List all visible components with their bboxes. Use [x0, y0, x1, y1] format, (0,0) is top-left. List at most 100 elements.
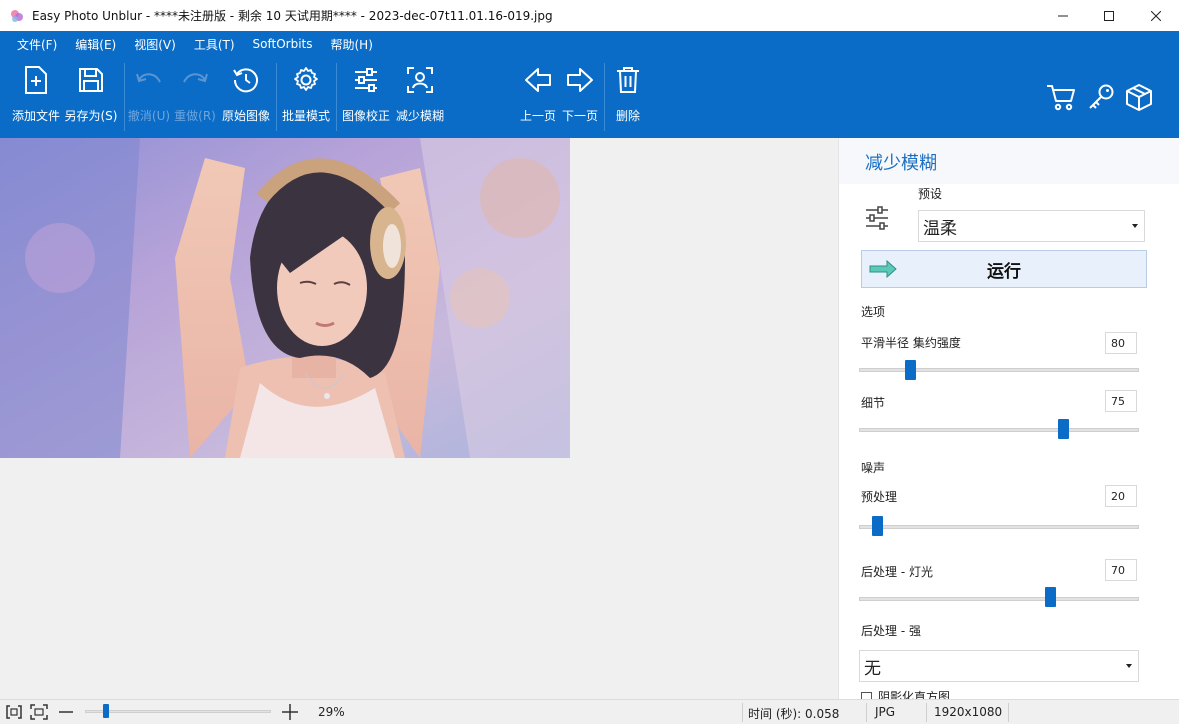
zoom-actual-icon[interactable] [5, 704, 23, 720]
process-time: 时间 (秒): 0.058 [748, 707, 840, 721]
original-image-label: 原始图像 [221, 109, 270, 123]
add-file-button[interactable]: 添加文件 [10, 57, 62, 138]
post-strong-value: 无 [864, 658, 881, 679]
menu-file[interactable]: 文件(F) [8, 36, 66, 53]
detail-slider-thumb[interactable] [1058, 419, 1070, 439]
detail-value-input[interactable]: 75 [1105, 390, 1137, 412]
zoom-slider-track[interactable] [85, 710, 271, 713]
delete-button[interactable]: 删除 [608, 57, 648, 138]
next-label: 下一页 [561, 109, 598, 123]
next-button[interactable]: 下一页 [560, 57, 600, 138]
extra-option-row[interactable]: 阴影化直方图 [861, 690, 1161, 699]
image-canvas[interactable] [0, 138, 838, 699]
window-title: Easy Photo Unblur - ****未注册版 - 剩余 10 天试用… [32, 9, 553, 23]
run-arrow-icon [869, 260, 897, 278]
focus-face-icon [407, 67, 433, 93]
menu-edit[interactable]: 编辑(E) [66, 36, 125, 53]
delete-label: 删除 [615, 109, 640, 123]
redo-button[interactable]: 重做(R) [174, 57, 216, 138]
chevron-down-icon [1132, 224, 1138, 228]
key-icon [1089, 84, 1114, 109]
preset-value: 温柔 [923, 218, 957, 239]
preset-select[interactable]: 温柔 [918, 210, 1145, 242]
preprocess-slider-thumb[interactable] [872, 516, 884, 536]
post-light-slider-track[interactable] [859, 597, 1139, 601]
register-key-button[interactable] [1084, 57, 1118, 138]
zoom-out-icon[interactable] [58, 705, 74, 719]
redo-icon [183, 73, 208, 83]
post-light-slider-thumb[interactable] [1044, 587, 1056, 607]
original-image-button[interactable]: 原始图像 [220, 57, 272, 138]
post-light-label: 后处理 - 灯光 [861, 565, 933, 579]
extra-option-checkbox[interactable] [861, 692, 872, 699]
undo-label: 撤消(U) [127, 109, 171, 123]
save-as-button[interactable]: 另存为(S) [64, 57, 118, 138]
box-icon [1126, 84, 1152, 111]
post-strong-select[interactable]: 无 [859, 650, 1139, 682]
photo-preview [0, 138, 570, 458]
detail-slider-track[interactable] [859, 428, 1139, 432]
arrow-right-icon [567, 68, 593, 92]
post-strong-label: 后处理 - 强 [861, 624, 921, 638]
zoom-slider-thumb[interactable] [103, 704, 109, 718]
undo-button[interactable]: 撤消(U) [128, 57, 170, 138]
smooth-slider-track[interactable] [859, 368, 1139, 372]
image-format: JPG [875, 705, 896, 719]
preprocess-slider-track[interactable] [859, 525, 1139, 529]
close-icon [1151, 10, 1161, 21]
smooth-label: 平滑半径 集约强度 [861, 336, 961, 350]
batch-mode-label: 批量模式 [281, 109, 330, 123]
arrow-left-icon [525, 68, 551, 92]
undo-icon [136, 73, 161, 83]
preset-sliders-icon [866, 206, 888, 230]
cart-icon [1047, 85, 1075, 111]
toolbar-separator [336, 63, 337, 131]
detail-label: 细节 [861, 396, 886, 410]
batch-mode-button[interactable]: 批量模式 [280, 57, 332, 138]
gear-icon [294, 67, 318, 91]
app-icon [11, 9, 23, 22]
redo-label: 重做(R) [174, 109, 216, 123]
toolbar-separator [124, 63, 125, 131]
cart-button[interactable] [1044, 57, 1078, 138]
toolbar-separator [276, 63, 277, 131]
menu-view[interactable]: 视图(V) [125, 36, 185, 53]
unblur-button[interactable]: 减少模糊 [394, 57, 446, 138]
maximize-button[interactable] [1086, 0, 1132, 31]
fit-window-icon[interactable] [30, 704, 48, 720]
panel-title: 减少模糊 [865, 153, 937, 174]
minimize-button[interactable] [1040, 0, 1086, 31]
image-correction-button[interactable]: 图像校正 [340, 57, 392, 138]
zoom-in-icon[interactable] [281, 703, 299, 721]
previous-label: 上一页 [519, 109, 556, 123]
zoom-percent: 29% [318, 705, 345, 719]
post-light-value-input[interactable]: 70 [1105, 559, 1137, 581]
smooth-value-input[interactable]: 80 [1105, 332, 1137, 354]
chevron-down-icon [1126, 664, 1132, 668]
product-button[interactable] [1122, 57, 1156, 138]
minimize-icon [1058, 15, 1068, 16]
menu-softorbits[interactable]: SoftOrbits [244, 37, 322, 51]
run-label: 运行 [987, 261, 1021, 282]
menu-tools[interactable]: 工具(T) [185, 36, 244, 53]
unblur-label: 减少模糊 [395, 109, 444, 123]
save-as-label: 另存为(S) [64, 109, 118, 123]
sliders-icon [355, 68, 377, 92]
menu-bar: 文件(F) 编辑(E) 视图(V) 工具(T) SoftOrbits 帮助(H) [0, 31, 1179, 57]
extra-option-label: 阴影化直方图 [878, 690, 951, 699]
save-icon [79, 68, 103, 92]
smooth-slider-thumb[interactable] [904, 360, 916, 380]
menu-help[interactable]: 帮助(H) [321, 36, 381, 53]
preprocess-value-input[interactable]: 20 [1105, 485, 1137, 507]
options-label: 选项 [861, 305, 886, 319]
settings-panel: 减少模糊 预设 温柔 运行 选项 平滑半径 集约强度 80 细节 75 噪声 预… [838, 138, 1179, 699]
status-bar: 29% 时间 (秒): 0.058 JPG 1920x1080 [0, 699, 1179, 724]
noise-label: 噪声 [861, 461, 886, 475]
image-dimensions: 1920x1080 [934, 705, 1003, 719]
preprocess-label: 预处理 [861, 490, 898, 504]
status-separator [866, 703, 867, 722]
toolbar-separator [604, 63, 605, 131]
previous-button[interactable]: 上一页 [518, 57, 558, 138]
close-button[interactable] [1133, 0, 1179, 31]
run-button[interactable]: 运行 [861, 250, 1147, 288]
